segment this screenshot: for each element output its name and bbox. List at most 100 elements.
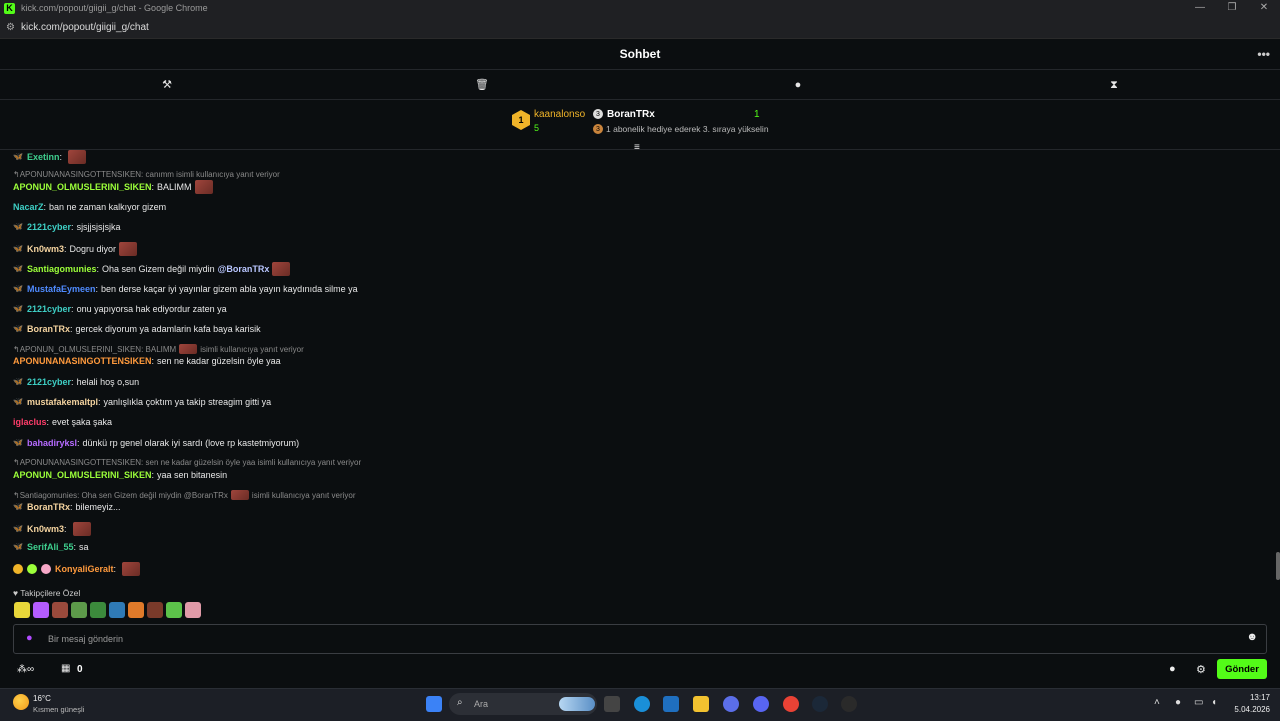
emote-option[interactable] (90, 602, 106, 618)
app-icon[interactable] (723, 696, 739, 712)
subscriber-badge-icon: 🦋 (13, 264, 23, 273)
top-gifter-name[interactable]: kaanalonso (534, 109, 585, 120)
address-bar[interactable]: ⚙ kick.com/popout/giigii_g/chat (0, 16, 1280, 39)
leaderboard-user[interactable]: BoranTRx (607, 109, 655, 120)
edge-icon[interactable] (634, 696, 650, 712)
colon: : (70, 324, 73, 334)
founder-badge-icon (27, 564, 37, 574)
points-count: 0 (77, 664, 83, 675)
weather-temp[interactable]: 16°C (33, 694, 51, 703)
emote-option[interactable] (109, 602, 125, 618)
windows-start-icon[interactable] (426, 696, 442, 712)
url-text[interactable]: kick.com/popout/giigii_g/chat (21, 22, 149, 33)
colon: : (113, 564, 117, 574)
weather-sun-icon[interactable] (13, 694, 29, 710)
chat-username[interactable]: SerifAli_55 (27, 542, 74, 552)
clock-time[interactable]: 13:17 (1232, 693, 1270, 702)
tray-chevron-icon[interactable]: ˄ (1154, 697, 1160, 708)
colon: : (95, 284, 99, 294)
chat-username[interactable]: APONUN_OLMUSLERINI_SIKEN (13, 182, 152, 192)
emote-option[interactable] (147, 602, 163, 618)
minimize-button[interactable]: — (1184, 0, 1216, 16)
chat-username[interactable]: NacarZ (13, 202, 44, 212)
hourglass-icon[interactable]: ⧗ (1107, 78, 1121, 92)
chat-message: 🦋 SerifAli_55: sa (13, 542, 89, 552)
chat-text: sen ne kadar güzelsin öyle yaa (157, 356, 281, 366)
discord-icon[interactable] (753, 696, 769, 712)
emote-option[interactable] (166, 602, 182, 618)
chat-username[interactable]: KonyaliGeralt (55, 564, 114, 574)
gear-icon[interactable]: ⚙ (1196, 663, 1206, 676)
subscriber-badge-icon: 🦋 (13, 377, 23, 386)
emote-option[interactable] (33, 602, 49, 618)
taskbar-search[interactable]: ⌕ Ara (449, 693, 597, 715)
mention[interactable]: @BoranTRx (218, 264, 270, 274)
steam-icon[interactable] (812, 696, 828, 712)
chat-username[interactable]: Kn0wm3 (27, 524, 64, 534)
chat-text: dünkü rp genel olarak iyi sardı (love rp… (82, 438, 300, 448)
chat-message: 🦋 MustafaEymeen: ben derse kaçar iyi yayın… (13, 284, 358, 294)
chat-username[interactable]: Santiagomunies (27, 264, 97, 274)
store-icon[interactable]: ▦ (61, 663, 70, 674)
emote-option[interactable] (52, 602, 68, 618)
network-icon[interactable]: ▭ (1194, 697, 1203, 708)
chat-username[interactable]: 2121cyber (27, 304, 71, 314)
message-input[interactable]: Bir mesaj gönderin (48, 634, 123, 644)
chat-bottom-bar: ⁂∞ ▦ 0 ● ⚙ Gönder (13, 659, 1267, 681)
clock-date[interactable]: 5.04.2026 (1226, 705, 1270, 714)
message-input-box[interactable]: ● Bir mesaj gönderin ☻ (13, 624, 1267, 654)
chat-rules-icon[interactable]: ● (1169, 663, 1176, 675)
obs-icon[interactable] (841, 696, 857, 712)
points-icon[interactable]: ⁂∞ (17, 664, 34, 675)
subscriber-badge-icon: 🦋 (13, 304, 23, 313)
trash-icon[interactable]: 🗑 (475, 78, 489, 92)
chat-text: sa (79, 542, 89, 552)
reply-context[interactable]: ↰ APONUNANASINGOTTENSIKEN: canımm isimli… (13, 170, 280, 179)
file-explorer-icon[interactable] (693, 696, 709, 712)
hammer-icon[interactable]: ⚒ (160, 78, 174, 92)
close-button[interactable]: ✕ (1248, 0, 1280, 16)
chat-username[interactable]: Exetinn (27, 152, 60, 162)
reply-text: Santiagomunies: Oha sen Gizem değil miyd… (19, 490, 228, 500)
search-icon: ⌕ (457, 697, 463, 708)
chrome-icon[interactable] (783, 696, 799, 712)
chat-text: BALIMM (157, 182, 192, 192)
weather-desc[interactable]: Kısmen güneşli (33, 705, 84, 714)
more-options-icon[interactable]: ••• (1257, 47, 1270, 61)
send-button[interactable]: Gönder (1217, 659, 1267, 679)
volume-icon[interactable]: ◖ (1211, 697, 1217, 708)
emote-option[interactable] (71, 602, 87, 618)
browser-titlebar: K kick.com/popout/giigii_g/chat - Google… (0, 0, 1280, 16)
task-view-icon[interactable] (604, 696, 620, 712)
reply-context[interactable]: ↰ APONUN_OLMUSLERINI_SIKEN: BALIMM isimli… (13, 344, 304, 354)
chat-username[interactable]: Kn0wm3 (27, 244, 64, 254)
chat-username[interactable]: APONUN_OLMUSLERINI_SIKEN (13, 470, 152, 480)
chat-username[interactable]: BoranTRx (27, 324, 70, 334)
reply-context[interactable]: ↰ Santiagomunies: Oha sen Gizem değil mi… (13, 490, 356, 500)
site-settings-icon[interactable]: ⚙ (6, 22, 15, 33)
emote-option[interactable] (128, 602, 144, 618)
emoji-icon[interactable]: ☻ (1246, 631, 1258, 643)
chat-username[interactable]: bahadiryksl (27, 438, 77, 448)
chat-username[interactable]: 2121cyber (27, 377, 71, 387)
chat-bubble-icon[interactable]: ● (791, 78, 805, 92)
chat-username[interactable]: BoranTRx (27, 502, 70, 512)
chat-username[interactable]: 2121cyber (27, 222, 71, 232)
chat-title: Sohbet (619, 47, 661, 61)
chat-username[interactable]: mustafakemaltpl (27, 397, 98, 407)
chat-username[interactable]: APONUNANASINGOTTENSIKEN (13, 356, 152, 366)
scrollbar[interactable] (1276, 552, 1280, 580)
emote-option[interactable] (185, 602, 201, 618)
restore-button[interactable]: ❐ (1216, 0, 1248, 16)
reply-context[interactable]: ↰ APONUNANASINGOTTENSIKEN: sen ne kadar … (13, 458, 361, 467)
emote-option[interactable] (14, 602, 30, 618)
chat-username[interactable]: iglaclus (13, 417, 47, 427)
colon: : (71, 222, 74, 232)
microphone-icon[interactable]: ● (26, 632, 33, 644)
chat-username[interactable]: MustafaEymeen (27, 284, 96, 294)
search-label[interactable]: Ara (474, 699, 488, 709)
colon: : (71, 304, 74, 314)
store-app-icon[interactable] (663, 696, 679, 712)
microphone-tray-icon[interactable]: ● (1175, 697, 1181, 708)
reply-text: APONUNANASINGOTTENSIKEN: canımm isimli k… (19, 170, 280, 179)
